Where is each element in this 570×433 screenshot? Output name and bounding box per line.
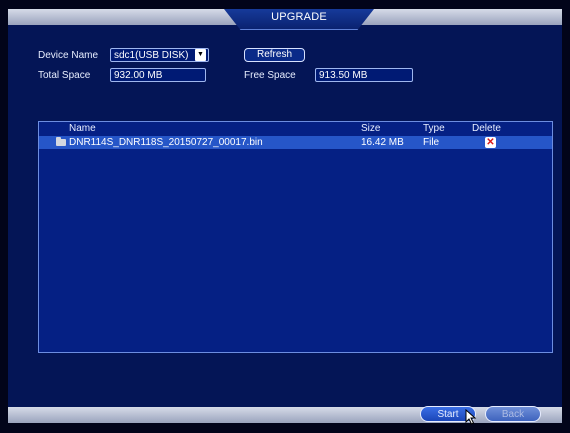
window-title: UPGRADE — [271, 11, 327, 23]
column-header-size: Size — [361, 123, 381, 134]
column-header-name: Name — [69, 123, 96, 134]
file-name: DNR114S_DNR118S_20150727_00017.bin — [69, 137, 263, 148]
refresh-button[interactable]: Refresh — [244, 48, 305, 62]
column-header-delete: Delete — [472, 123, 501, 134]
back-button[interactable]: Back — [485, 406, 541, 422]
device-name-label: Device Name — [38, 50, 99, 61]
file-size: 16.42 MB — [361, 137, 404, 148]
delete-x-icon[interactable]: ✕ — [485, 137, 496, 148]
mouse-cursor-icon — [465, 409, 477, 425]
file-type: File — [423, 137, 440, 148]
file-icon — [56, 137, 66, 146]
file-table: Name Size Type Delete DNR114S_DNR118S_20… — [38, 121, 553, 353]
upgrade-window: UPGRADE Device Name sdc1(USB DISK) ▼ Ref… — [8, 9, 562, 423]
table-row[interactable]: DNR114S_DNR118S_20150727_00017.bin 16.42… — [39, 136, 552, 149]
total-space-label: Total Space — [38, 70, 91, 81]
chevron-down-icon[interactable]: ▼ — [195, 49, 206, 61]
device-name-value: sdc1(USB DISK) — [114, 50, 189, 61]
title-tab: UPGRADE — [224, 9, 374, 30]
free-space-value: 913.50 MB — [315, 68, 413, 82]
total-space-value: 932.00 MB — [110, 68, 206, 82]
column-header-type: Type — [423, 123, 445, 134]
free-space-label: Free Space — [244, 70, 296, 81]
